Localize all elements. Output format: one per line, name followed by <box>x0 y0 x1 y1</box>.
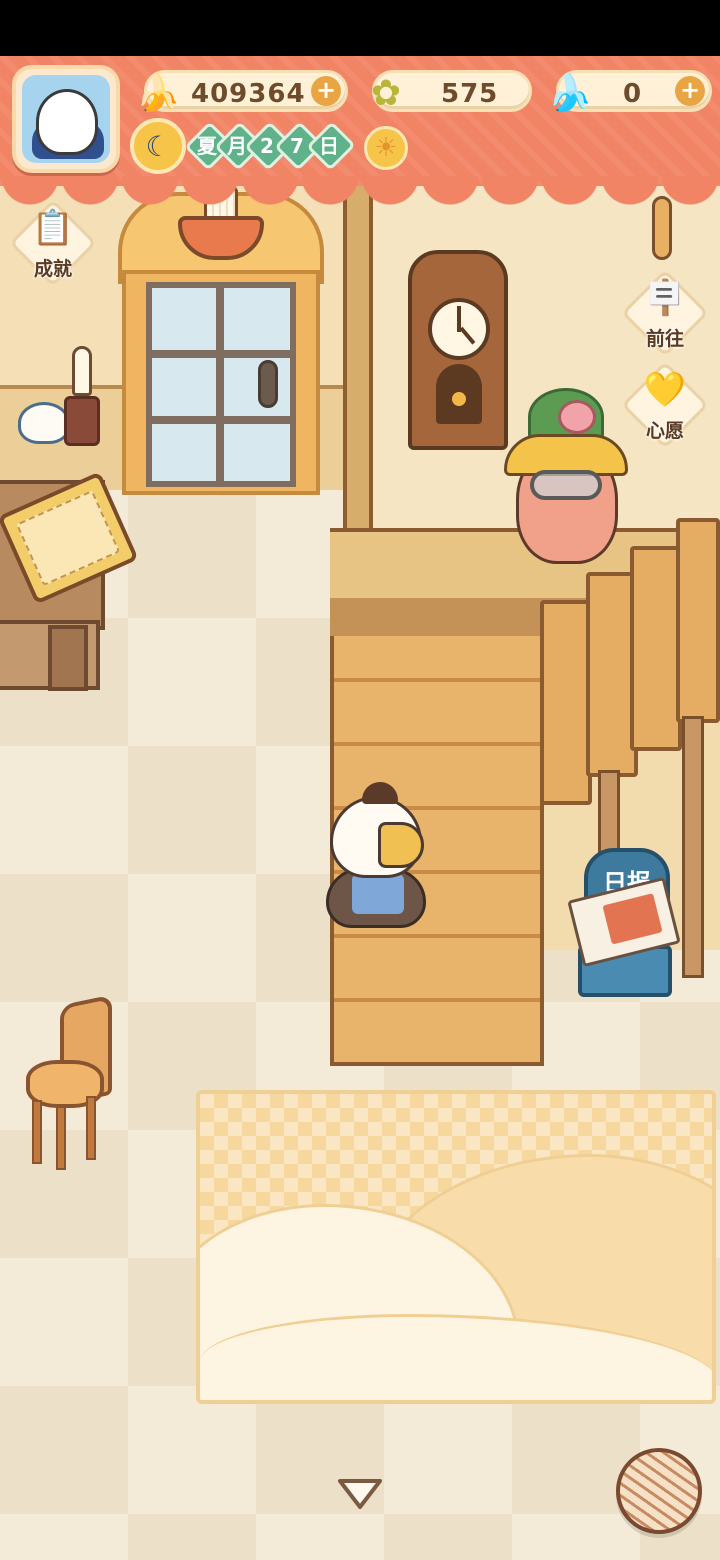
stair-step <box>630 546 682 751</box>
oil-lamp <box>64 346 100 446</box>
add-blue-banana-button[interactable]: + <box>675 76 705 106</box>
heart-book-icon: 💛 <box>643 370 687 410</box>
add-banana-button[interactable]: + <box>311 76 341 106</box>
wishes-button[interactable]: 💛 心愿 <box>621 361 709 449</box>
chair-leg <box>32 1100 42 1164</box>
wishes-label: 心愿 <box>645 420 684 442</box>
blue-banana-currency: 🍌 0 + <box>548 70 712 114</box>
yarn-ball-menu-button[interactable] <box>616 1448 702 1534</box>
date-season: 夏 <box>197 134 217 158</box>
goto-button[interactable]: 🪧 前往 <box>621 269 709 357</box>
chair-leg <box>56 1106 66 1170</box>
clock-pendulum <box>452 392 466 406</box>
clover-icon: ✿ <box>370 72 402 114</box>
moon-icon: ☾ <box>130 118 186 174</box>
stair-step <box>540 600 592 805</box>
date-day-digit: 2 <box>260 134 274 158</box>
date-day-digit: 7 <box>290 134 304 158</box>
achievements-label: 成就 <box>33 258 72 280</box>
chair-leg <box>86 1096 96 1160</box>
door-mullion <box>146 350 296 358</box>
blue-banana-icon: 🍌 <box>547 73 593 114</box>
goto-label: 前往 <box>645 328 684 350</box>
clipboard-icon: 📋 <box>31 208 75 248</box>
door-mullion <box>216 282 224 487</box>
sun-icon: ☀ <box>364 126 408 170</box>
pineapple-explorer-character[interactable] <box>500 388 632 570</box>
banana-currency: 🍌 409364 + <box>136 70 348 114</box>
banana-count: 409364 <box>191 79 306 109</box>
hud-scallop-edge <box>0 176 720 206</box>
stair-step <box>676 518 720 723</box>
rope-hanger <box>652 196 672 260</box>
door-handle <box>258 360 278 408</box>
achievements-button[interactable]: 📋 成就 <box>9 199 97 287</box>
banana-icon: 🍌 <box>135 73 181 114</box>
chevron-down-icon <box>338 1479 382 1509</box>
counter-leg <box>48 625 88 691</box>
teapot <box>18 402 70 444</box>
clover-count: 575 <box>441 79 499 109</box>
date-month-label: 月 <box>227 134 247 158</box>
wall-post <box>343 180 373 540</box>
player-avatar[interactable] <box>12 65 120 173</box>
scroll-down-arrow[interactable] <box>334 1476 386 1512</box>
stair-post <box>598 770 620 860</box>
status-bar <box>0 0 720 56</box>
clover-currency: ✿ 575 <box>371 70 532 114</box>
stair-post <box>682 716 704 978</box>
signboard-icon: 🪧 <box>643 278 687 318</box>
eagle-character[interactable] <box>318 782 432 940</box>
door-mullion <box>146 416 296 424</box>
blue-banana-count: 0 <box>623 79 643 109</box>
date-day-label: 日 <box>319 134 339 158</box>
wave-rug <box>196 1090 716 1404</box>
